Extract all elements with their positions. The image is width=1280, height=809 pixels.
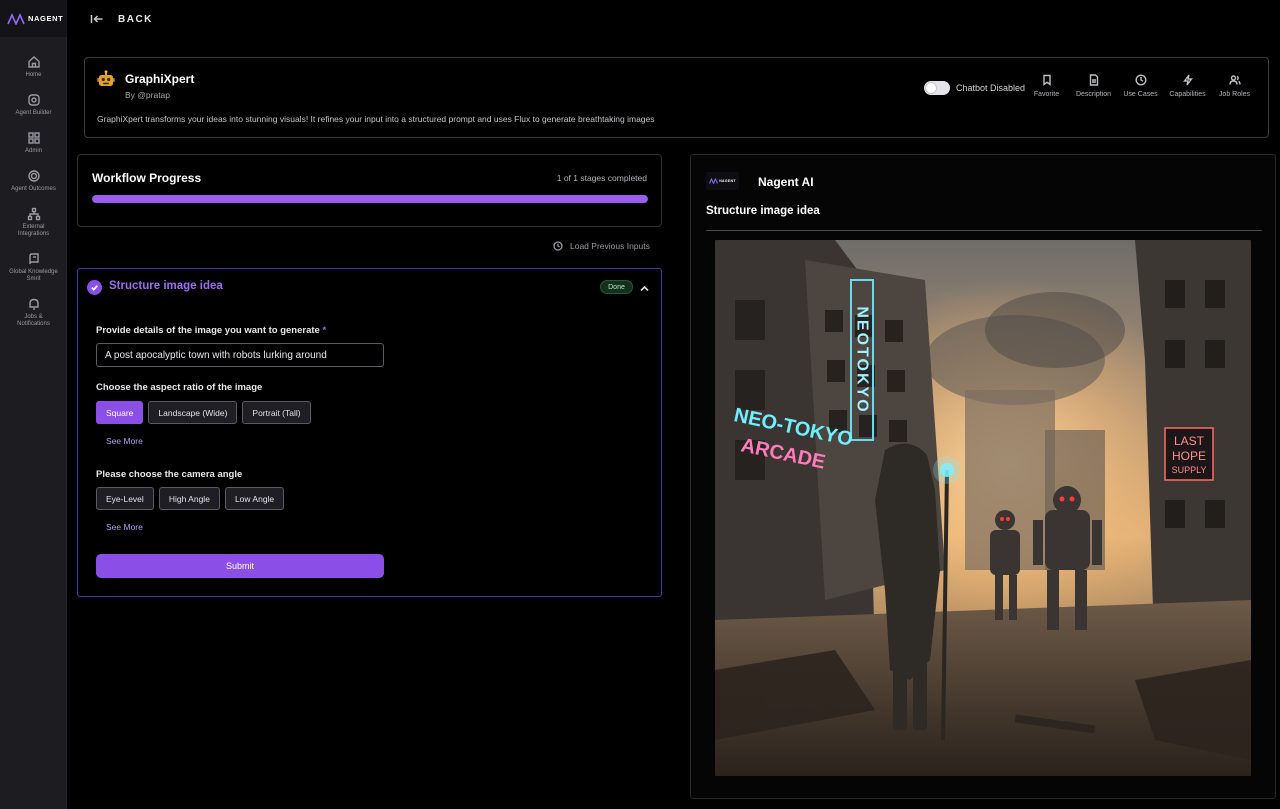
- bot-logo-text: NAGENT: [719, 179, 736, 183]
- back-label: BACK: [118, 13, 153, 25]
- aspect-see-more-link[interactable]: See More: [106, 436, 143, 446]
- aspect-ratio-label: Choose the aspect ratio of the image: [96, 382, 263, 393]
- sidebar-item-home[interactable]: Home: [0, 55, 67, 79]
- sidebar-item-label: Admin: [24, 148, 42, 154]
- back-button[interactable]: BACK: [90, 12, 153, 26]
- chatbot-toggle[interactable]: Chatbot Disabled: [924, 81, 1025, 95]
- favorite-button[interactable]: Favorite: [1023, 74, 1070, 98]
- agent-author: By @pratap: [125, 90, 171, 100]
- sidebar-item-label: Jobs & Notifications: [17, 314, 50, 327]
- sidebar-item-label: Home: [25, 72, 42, 78]
- load-previous-inputs-label: Load Previous Inputs: [570, 241, 650, 251]
- camera-angle-options: Eye-Level High Angle Low Angle: [96, 487, 285, 510]
- agent-header-card: GraphiXpert By @pratap GraphiXpert trans…: [84, 57, 1269, 138]
- progress-bar: [92, 195, 648, 203]
- document-icon: [1089, 74, 1098, 86]
- status-badge: Done: [600, 280, 633, 294]
- capabilities-button[interactable]: Capabilities: [1164, 74, 1211, 98]
- nagent-logo[interactable]: NAGENT: [0, 0, 67, 37]
- robot-avatar-icon: [97, 70, 115, 86]
- agent-description: GraphiXpert transforms your ideas into s…: [97, 114, 655, 124]
- chevron-up-icon: [640, 285, 649, 292]
- bookmark-icon: [1042, 74, 1051, 86]
- logo-mark-icon: [709, 178, 719, 184]
- sidebar-item-label: Agent Builder: [15, 110, 52, 116]
- knowledge-icon: [28, 253, 39, 265]
- nagent-ai-logo: NAGENT: [706, 172, 739, 190]
- result-panel: NAGENT Nagent AI Structure image idea NE…: [690, 154, 1276, 799]
- workflow-stage-count: 1 of 1 stages completed: [556, 173, 647, 183]
- result-title: Structure image idea: [706, 205, 820, 217]
- required-mark: *: [322, 325, 327, 336]
- job-roles-button[interactable]: Job Roles: [1211, 74, 1258, 98]
- sidebar-item-jobs-notifications[interactable]: Jobs & Notifications: [0, 297, 67, 328]
- generated-image[interactable]: NEOTOKYO NEO-TOKYO ARCADE LAST HOPE SUPP…: [715, 240, 1251, 776]
- aspect-ratio-options: Square Landscape (Wide) Portrait (Tall): [96, 401, 311, 424]
- sidebar-item-agent-builder[interactable]: Agent Builder: [0, 93, 67, 117]
- neon-sign-hope: HOPE: [1172, 449, 1206, 463]
- neon-sign-vertical: NEOTOKYO: [854, 306, 871, 413]
- stage-complete-icon: [87, 280, 102, 295]
- angle-option-low[interactable]: Low Angle: [224, 487, 285, 510]
- sidebar-item-label: Global Knowledge Smrit: [9, 269, 58, 282]
- description-button[interactable]: Description: [1070, 74, 1117, 98]
- sidebar: NAGENT Home Agent Builder Admin Agent Ou…: [0, 0, 67, 809]
- load-previous-inputs-button[interactable]: Load Previous Inputs: [553, 241, 650, 251]
- toggle-switch[interactable]: [924, 81, 950, 95]
- users-icon: [1228, 75, 1241, 85]
- action-label: Favorite: [1033, 91, 1060, 98]
- image-details-input[interactable]: [96, 343, 384, 367]
- submit-button[interactable]: Submit: [96, 554, 384, 578]
- aspect-option-landscape[interactable]: Landscape (Wide): [148, 401, 238, 424]
- agent-name: GraphiXpert: [125, 72, 195, 86]
- image-details-label-text: Provide details of the image you want to…: [96, 325, 320, 336]
- history-icon: [553, 241, 563, 251]
- sidebar-nav: Home Agent Builder Admin Agent Outcomes …: [0, 55, 67, 342]
- bot-name: Nagent AI: [758, 175, 814, 189]
- action-label: Capabilities: [1169, 91, 1206, 98]
- collapse-button[interactable]: [639, 281, 650, 292]
- lightning-icon: [1182, 74, 1193, 86]
- angle-option-eye-level[interactable]: Eye-Level: [96, 487, 154, 510]
- chatbot-toggle-label: Chatbot Disabled: [956, 83, 1026, 93]
- neon-sign-supply: SUPPLY: [1172, 465, 1207, 475]
- agent-actions: Favorite Description Use Cases Capabilit…: [1023, 74, 1258, 98]
- angle-option-high[interactable]: High Angle: [158, 487, 220, 510]
- app-root: NAGENT Home Agent Builder Admin Agent Ou…: [0, 0, 1280, 809]
- bell-icon: [28, 298, 39, 310]
- sidebar-item-external-integrations[interactable]: External Integrations: [0, 207, 67, 238]
- action-label: Job Roles: [1218, 91, 1251, 98]
- post-apocalyptic-scene-image: NEOTOKYO NEO-TOKYO ARCADE LAST HOPE SUPP…: [715, 240, 1251, 776]
- angle-see-more-link[interactable]: See More: [106, 522, 143, 532]
- progress-bar-fill: [92, 195, 648, 203]
- back-arrow-icon: [90, 15, 103, 23]
- agent-builder-icon: [27, 94, 40, 106]
- workflow-progress-title: Workflow Progress: [92, 171, 202, 185]
- divider: [706, 230, 1262, 231]
- stage-title: Structure image idea: [109, 280, 223, 292]
- integrations-icon: [27, 207, 40, 221]
- action-label: Description: [1075, 91, 1111, 98]
- clock-icon: [1134, 74, 1147, 86]
- logo-text: NAGENT: [28, 14, 64, 23]
- home-icon: [27, 56, 40, 68]
- outcomes-icon: [27, 170, 40, 182]
- sidebar-item-admin[interactable]: Admin: [0, 131, 67, 155]
- aspect-option-square[interactable]: Square: [96, 401, 144, 424]
- action-label: Use Cases: [1123, 91, 1158, 98]
- neon-sign-last: LAST: [1174, 434, 1205, 448]
- sidebar-item-label: External Integrations: [17, 224, 50, 237]
- admin-icon: [27, 132, 40, 144]
- check-icon: [91, 285, 98, 291]
- use-cases-button[interactable]: Use Cases: [1117, 74, 1164, 98]
- image-details-label: Provide details of the image you want to…: [96, 325, 326, 336]
- stage-card: Structure image idea Done Provide detail…: [77, 268, 662, 597]
- logo-mark-icon: [7, 12, 25, 25]
- workflow-progress-card: Workflow Progress 1 of 1 stages complete…: [77, 154, 662, 227]
- sidebar-item-agent-outcomes[interactable]: Agent Outcomes: [0, 169, 67, 193]
- camera-angle-label: Please choose the camera angle: [96, 469, 243, 480]
- sidebar-item-global-knowledge[interactable]: Global Knowledge Smrit: [0, 252, 67, 283]
- aspect-option-portrait[interactable]: Portrait (Tall): [242, 401, 311, 424]
- sidebar-item-label: Agent Outcomes: [11, 186, 56, 192]
